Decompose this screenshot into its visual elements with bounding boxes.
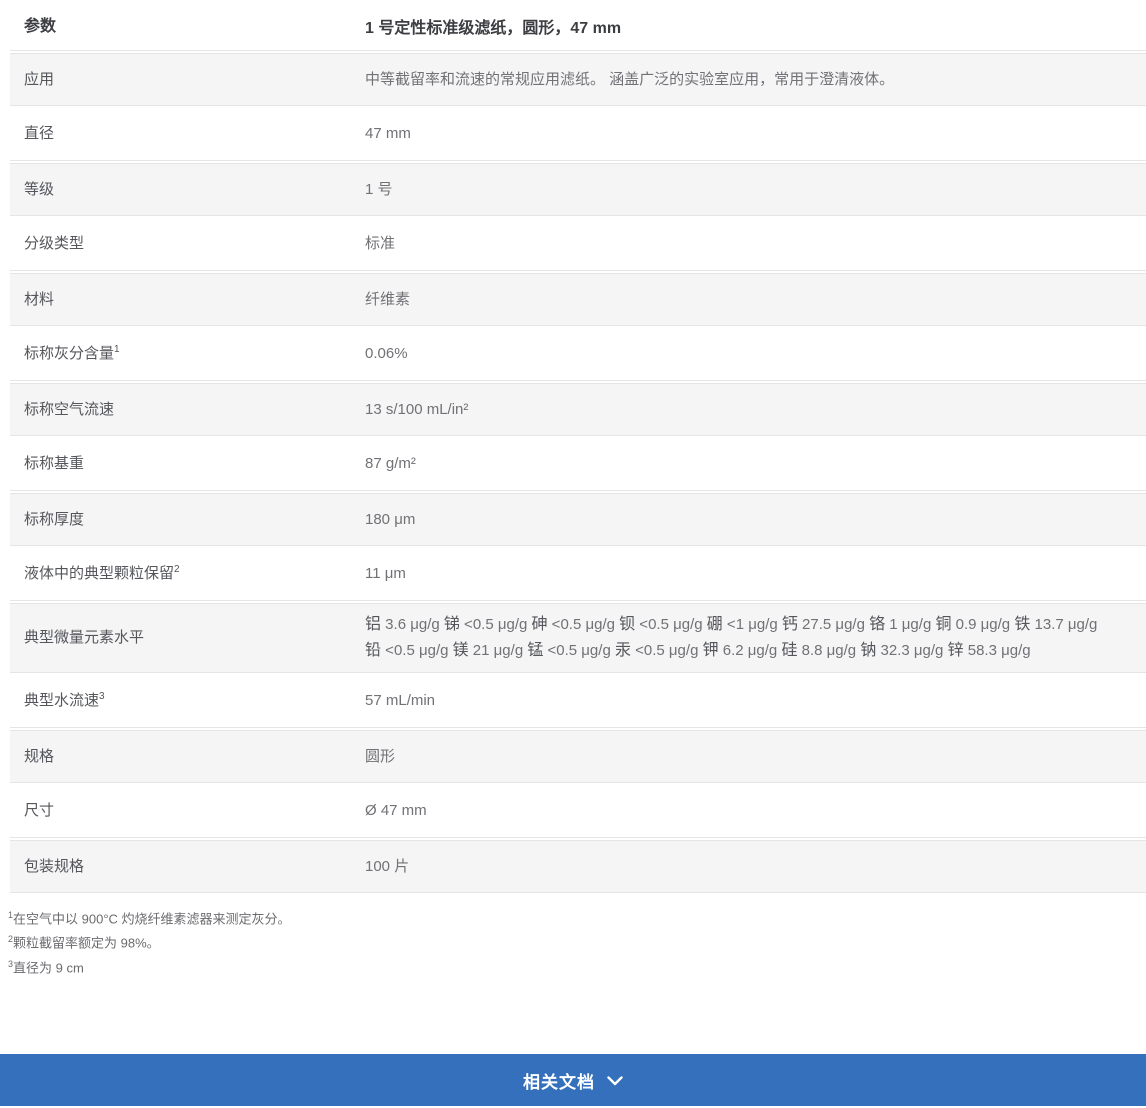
table-row: 材料纤维素 <box>10 273 1146 326</box>
row-value: 0.06% <box>365 333 1146 375</box>
row-label: 等级 <box>10 171 365 209</box>
table-row: 液体中的典型颗粒保留211 μm <box>10 548 1146 601</box>
row-value: 100 片 <box>365 846 1146 888</box>
trace-element-name: 钾 <box>703 642 719 659</box>
table-row: 包装规格100 片 <box>10 840 1146 893</box>
trace-element-value: 6.2 μg/g <box>719 642 782 659</box>
trace-element-value: 0.9 μg/g <box>951 616 1014 633</box>
trace-element-name: 砷 <box>532 616 548 633</box>
trace-element-name: 钠 <box>860 642 876 659</box>
trace-element-value: <0.5 μg/g <box>631 642 703 659</box>
table-row: 标称空气流速13 s/100 mL/in² <box>10 383 1146 436</box>
row-label: 标称灰分含量1 <box>10 335 365 373</box>
trace-element-name: 锰 <box>527 642 543 659</box>
table-row: 典型微量元素水平铝 3.6 μg/g 锑 <0.5 μg/g 砷 <0.5 μg… <box>10 603 1146 673</box>
row-label: 典型水流速3 <box>10 682 365 720</box>
row-value: 11 μm <box>365 553 1146 595</box>
row-value: 标准 <box>365 223 1146 265</box>
trace-element-name: 铝 <box>365 616 381 633</box>
row-value: 中等截留率和流速的常规应用滤纸。 涵盖广泛的实验室应用，常用于澄清液体。 <box>365 59 1146 101</box>
row-label: 尺寸 <box>10 792 365 830</box>
trace-element-value: <1 μg/g <box>723 616 782 633</box>
row-value: 57 mL/min <box>365 680 1146 722</box>
trace-element-name: 铬 <box>869 616 885 633</box>
row-label: 分级类型 <box>10 225 365 263</box>
table-row: 标称灰分含量10.06% <box>10 328 1146 381</box>
table-header-row: 参数 1 号定性标准级滤纸，圆形，47 mm <box>10 0 1146 51</box>
table-row: 标称厚度180 μm <box>10 493 1146 546</box>
table-row: 应用中等截留率和流速的常规应用滤纸。 涵盖广泛的实验室应用，常用于澄清液体。 <box>10 53 1146 106</box>
trace-element-name: 汞 <box>615 642 631 659</box>
trace-element-name: 铁 <box>1014 616 1030 633</box>
header-product-title: 1 号定性标准级滤纸，圆形，47 mm <box>365 8 1146 50</box>
table-row: 等级1 号 <box>10 163 1146 216</box>
trace-element-name: 锌 <box>948 642 964 659</box>
row-label: 规格 <box>10 738 365 776</box>
row-value: 纤维素 <box>365 279 1146 321</box>
spec-table: 参数 1 号定性标准级滤纸，圆形，47 mm 应用中等截留率和流速的常规应用滤纸… <box>10 0 1146 893</box>
table-row: 标称基重87 g/m² <box>10 438 1146 491</box>
related-documents-label: 相关文档 <box>523 1068 595 1093</box>
trace-element-name: 硅 <box>781 642 797 659</box>
trace-element-value: <0.5 μg/g <box>543 642 615 659</box>
table-body: 应用中等截留率和流速的常规应用滤纸。 涵盖广泛的实验室应用，常用于澄清液体。直径… <box>10 53 1146 893</box>
chevron-down-icon <box>607 1073 623 1091</box>
trace-element-value: <0.5 μg/g <box>548 616 620 633</box>
trace-element-name: 钡 <box>619 616 635 633</box>
footnote: 2颗粒截留率额定为 98%。 <box>8 929 1146 953</box>
table-row: 规格圆形 <box>10 730 1146 783</box>
trace-element-name: 铜 <box>935 616 951 633</box>
row-value: 47 mm <box>365 113 1146 155</box>
footnote: 1在空气中以 900°C 灼烧纤维素滤器来测定灰分。 <box>8 905 1146 929</box>
row-value: 180 μm <box>365 499 1146 541</box>
related-documents-bar[interactable]: 相关文档 <box>0 1054 1146 1106</box>
trace-element-name: 铅 <box>365 642 381 659</box>
trace-element-value: <0.5 μg/g <box>381 642 453 659</box>
trace-element-value: <0.5 μg/g <box>460 616 532 633</box>
trace-element-value: 27.5 μg/g <box>798 616 869 633</box>
row-label: 材料 <box>10 281 365 319</box>
row-value: 圆形 <box>365 736 1146 778</box>
table-row: 尺寸Ø 47 mm <box>10 785 1146 838</box>
row-value: 铝 3.6 μg/g 锑 <0.5 μg/g 砷 <0.5 μg/g 钡 <0.… <box>365 604 1146 672</box>
trace-element-name: 锑 <box>444 616 460 633</box>
footnotes: 1在空气中以 900°C 灼烧纤维素滤器来测定灰分。2颗粒截留率额定为 98%。… <box>8 905 1146 978</box>
row-value: 1 号 <box>365 169 1146 211</box>
footnote: 3直径为 9 cm <box>8 954 1146 978</box>
row-label: 典型微量元素水平 <box>10 619 365 657</box>
header-param-label: 参数 <box>10 8 365 46</box>
table-row: 直径47 mm <box>10 108 1146 161</box>
trace-element-name: 硼 <box>707 616 723 633</box>
trace-element-value: 3.6 μg/g <box>381 616 444 633</box>
row-label: 应用 <box>10 61 365 99</box>
table-row: 分级类型标准 <box>10 218 1146 271</box>
row-value: Ø 47 mm <box>365 790 1146 832</box>
row-label: 标称基重 <box>10 445 365 483</box>
trace-element-value: <0.5 μg/g <box>635 616 707 633</box>
trace-element-value: 21 μg/g <box>469 642 528 659</box>
row-label: 包装规格 <box>10 848 365 886</box>
row-value: 13 s/100 mL/in² <box>365 389 1146 431</box>
trace-element-name: 镁 <box>453 642 469 659</box>
row-label: 标称空气流速 <box>10 391 365 429</box>
row-label: 液体中的典型颗粒保留2 <box>10 555 365 593</box>
row-label: 直径 <box>10 115 365 153</box>
trace-element-value: 32.3 μg/g <box>876 642 947 659</box>
table-row: 典型水流速357 mL/min <box>10 675 1146 728</box>
trace-element-value: 8.8 μg/g <box>797 642 860 659</box>
trace-element-value: 58.3 μg/g <box>964 642 1031 659</box>
row-label: 标称厚度 <box>10 501 365 539</box>
trace-element-name: 钙 <box>782 616 798 633</box>
trace-element-value: 1 μg/g <box>885 616 935 633</box>
row-value: 87 g/m² <box>365 443 1146 485</box>
trace-element-value: 13.7 μg/g <box>1030 616 1097 633</box>
